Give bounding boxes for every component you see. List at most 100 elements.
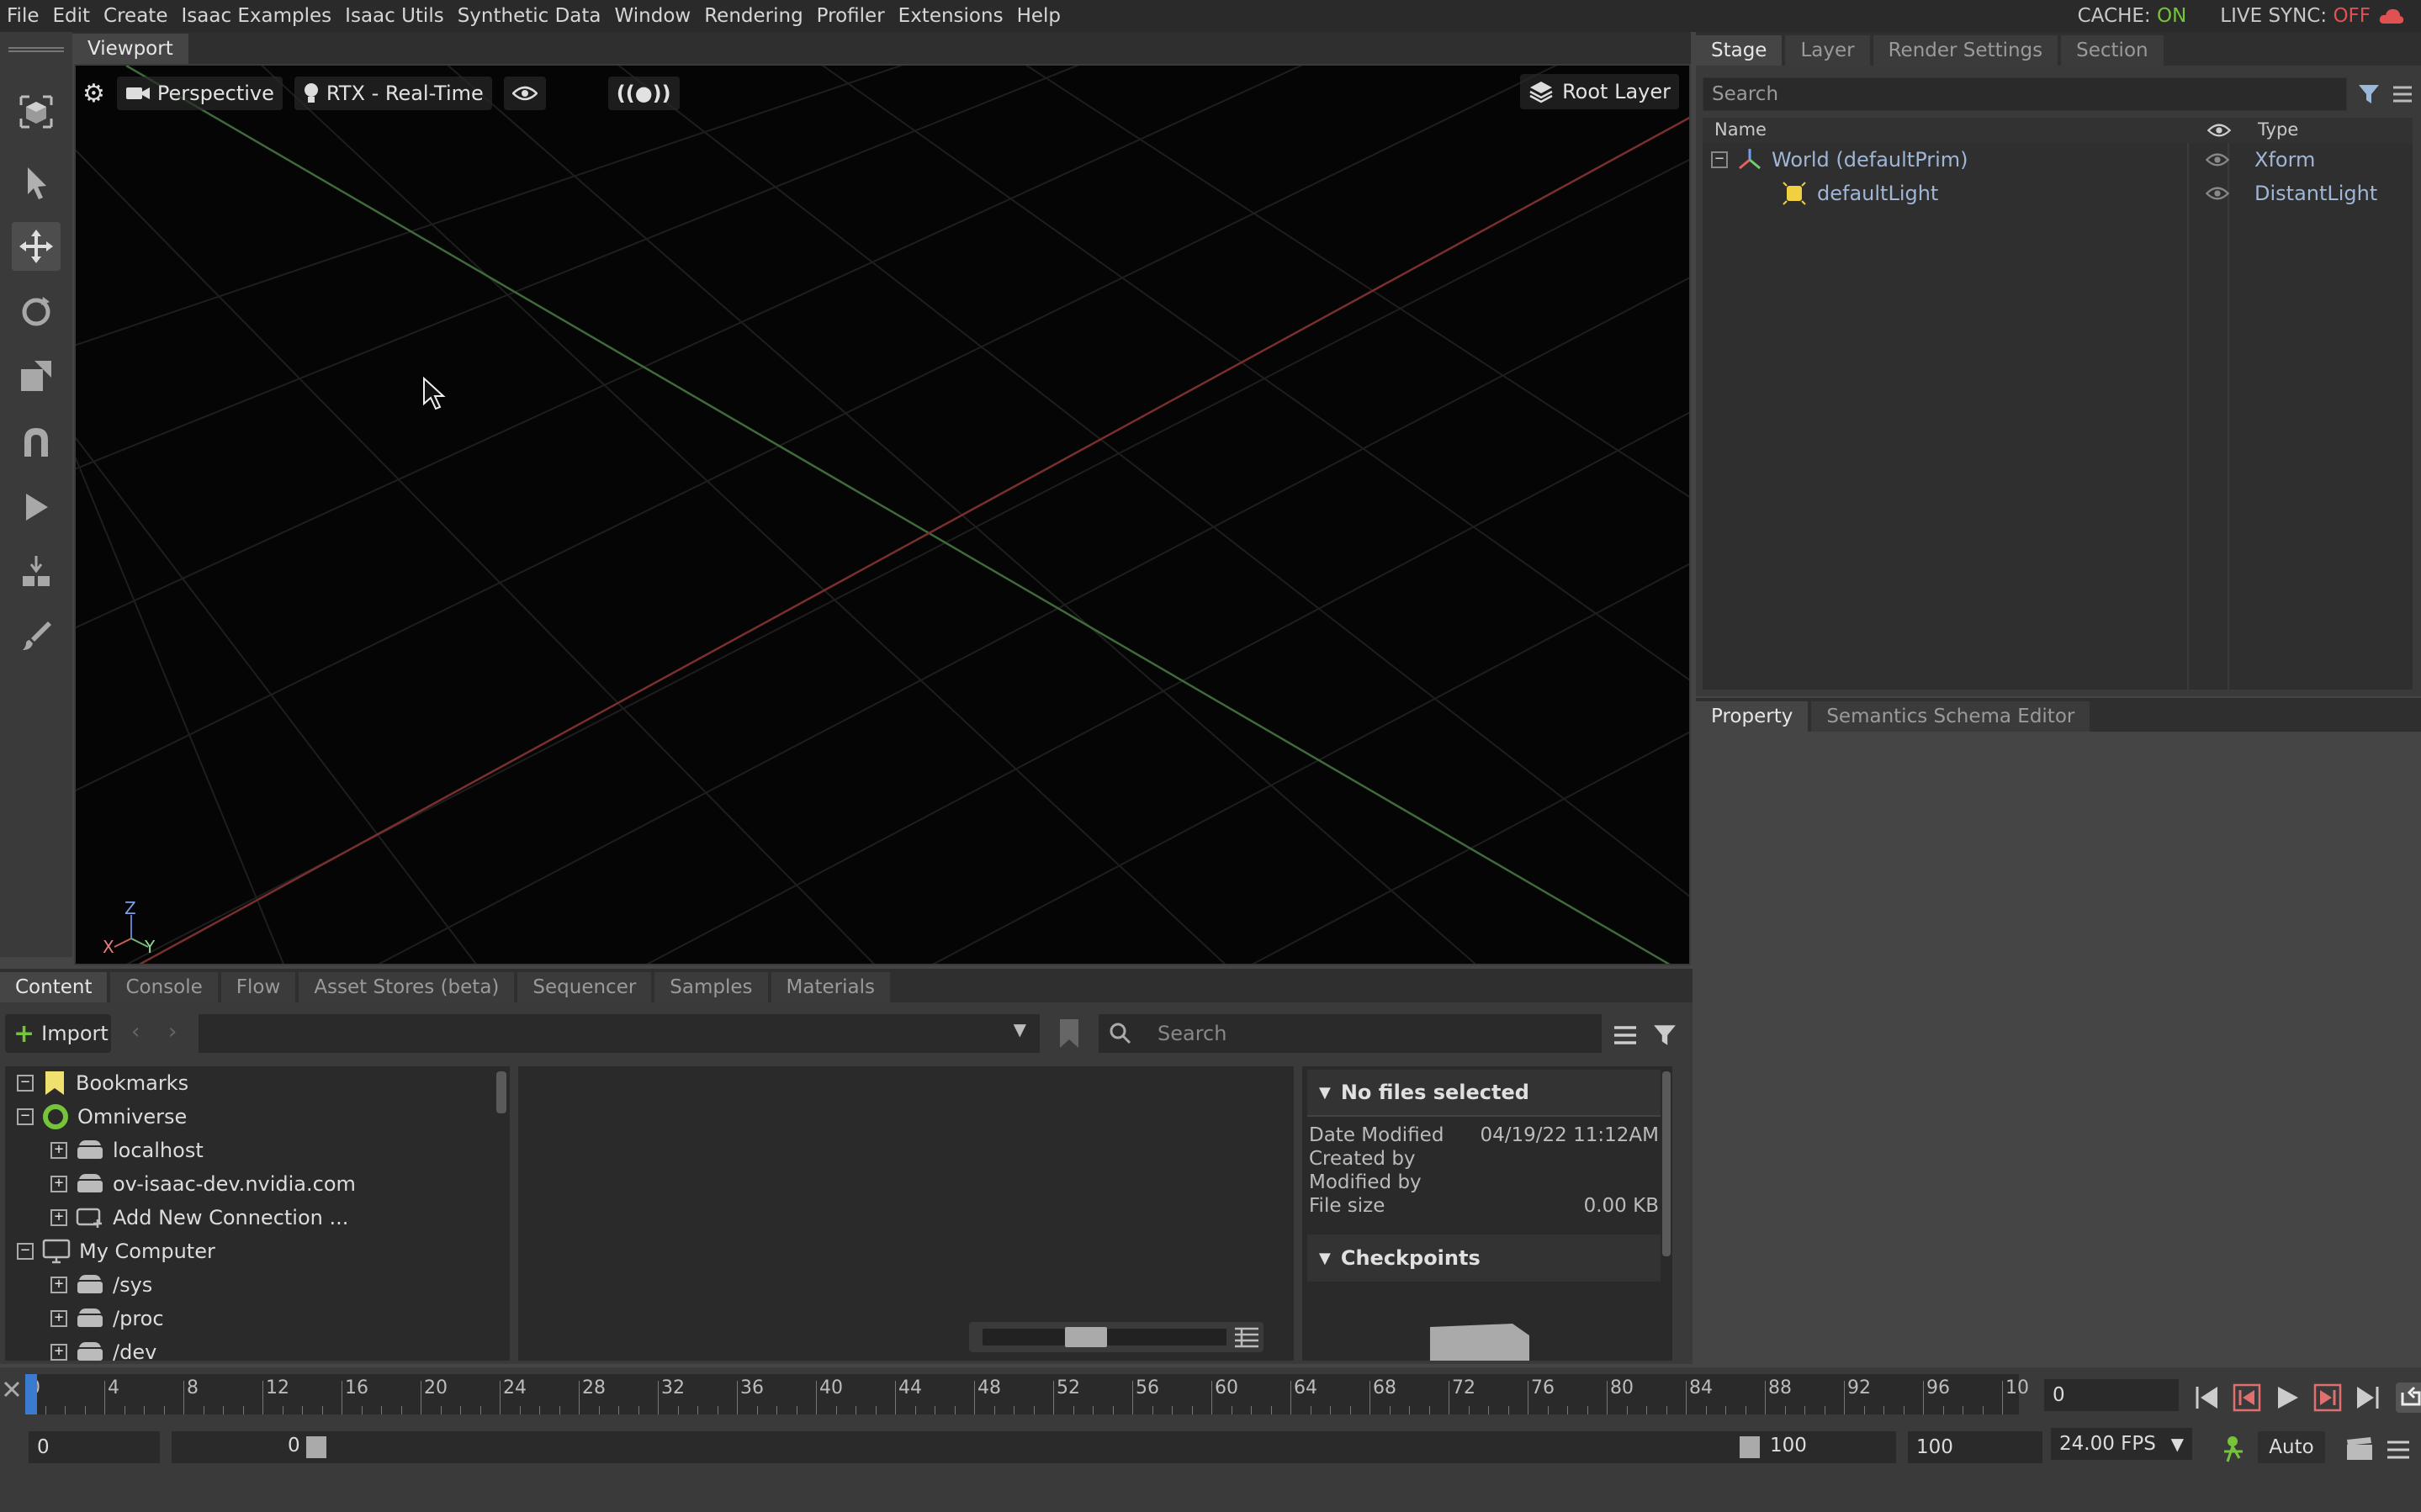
- loop-icon[interactable]: [2394, 1381, 2421, 1414]
- auto-key-icon[interactable]: [2221, 1433, 2251, 1463]
- tree-item-dev[interactable]: + /dev: [50, 1335, 156, 1361]
- tab-section[interactable]: Section: [2061, 35, 2164, 66]
- tab-console[interactable]: Console: [110, 972, 218, 1002]
- thumbnail-size-slider[interactable]: [969, 1322, 1263, 1352]
- play-icon[interactable]: [2273, 1383, 2302, 1412]
- paint-tool-button[interactable]: [12, 612, 61, 661]
- close-timeline-icon[interactable]: [2, 1379, 22, 1399]
- import-button[interactable]: + Import: [5, 1014, 111, 1053]
- range-start-handle[interactable]: [306, 1436, 326, 1458]
- visibility-dropdown[interactable]: [503, 77, 546, 110]
- path-dropdown-icon[interactable]: ▼: [1014, 1019, 1026, 1039]
- playhead[interactable]: [25, 1374, 37, 1414]
- bookmark-icon[interactable]: [1057, 1018, 1082, 1049]
- menu-window[interactable]: Window: [608, 5, 698, 27]
- step-back-icon[interactable]: [2233, 1383, 2261, 1412]
- cache-status[interactable]: CACHE: ON: [2078, 5, 2187, 27]
- file-list-area[interactable]: [518, 1066, 1294, 1361]
- viewport-canvas[interactable]: ⚙ Perspective RTX - Real-Time ((●)) Root…: [74, 64, 1691, 965]
- tab-content[interactable]: Content: [0, 972, 108, 1002]
- tree-item-sys[interactable]: + /sys: [50, 1268, 152, 1302]
- start-frame-field[interactable]: 0: [29, 1431, 160, 1463]
- play-button[interactable]: [12, 483, 61, 531]
- tab-flow[interactable]: Flow: [220, 972, 296, 1002]
- camera-dropdown[interactable]: Perspective: [116, 77, 283, 110]
- menu-isaac-utils[interactable]: Isaac Utils: [338, 5, 451, 27]
- root-layer-button[interactable]: Root Layer: [1520, 74, 1679, 109]
- tree-item-bookmarks[interactable]: − Bookmarks: [17, 1066, 188, 1100]
- tree-item-server[interactable]: + ov-isaac-dev.nvidia.com: [50, 1167, 356, 1201]
- forward-arrow-icon[interactable]: ›: [168, 1019, 177, 1044]
- expand-icon[interactable]: +: [50, 1277, 67, 1293]
- details-scrollbar[interactable]: [1662, 1071, 1671, 1256]
- tab-asset-stores[interactable]: Asset Stores (beta): [299, 972, 515, 1002]
- menu-profiler[interactable]: Profiler: [810, 5, 892, 27]
- back-arrow-icon[interactable]: ‹: [131, 1019, 140, 1044]
- column-name-header[interactable]: Name: [1714, 119, 1767, 140]
- slider-handle[interactable]: [1065, 1327, 1107, 1347]
- details-header[interactable]: ▼ No files selected: [1307, 1070, 1661, 1117]
- timeline-menu-icon[interactable]: [2386, 1438, 2411, 1462]
- collapse-icon[interactable]: −: [17, 1075, 34, 1092]
- skip-end-icon[interactable]: [2354, 1383, 2382, 1412]
- stage-row-world[interactable]: − World (defaultPrim) Xform: [1703, 143, 2413, 177]
- checkpoints-header[interactable]: ▼ Checkpoints: [1307, 1234, 1661, 1282]
- toolbar-grip[interactable]: [8, 47, 64, 52]
- snap-tool-button[interactable]: [12, 417, 61, 466]
- tab-materials[interactable]: Materials: [771, 972, 890, 1002]
- tree-item-localhost[interactable]: + localhost: [50, 1134, 204, 1167]
- tab-semantics-schema-editor[interactable]: Semantics Schema Editor: [1811, 701, 2090, 732]
- collapse-icon[interactable]: −: [17, 1108, 34, 1125]
- skip-start-icon[interactable]: [2192, 1383, 2221, 1412]
- expand-icon[interactable]: +: [50, 1344, 67, 1361]
- tab-sequencer[interactable]: Sequencer: [517, 972, 652, 1002]
- tree-item-omniverse[interactable]: − Omniverse: [17, 1100, 187, 1134]
- expand-icon[interactable]: +: [50, 1142, 67, 1159]
- range-slider[interactable]: 0 100: [172, 1431, 1896, 1463]
- timeline-ruler[interactable]: 0481216202428323640444852566064687276808…: [25, 1374, 2029, 1414]
- scale-tool-button[interactable]: [12, 352, 61, 400]
- tab-viewport[interactable]: Viewport: [72, 34, 188, 64]
- menu-synthetic-data[interactable]: Synthetic Data: [451, 5, 608, 27]
- move-tool-button[interactable]: [12, 222, 61, 271]
- grid-view-icon[interactable]: [1233, 1326, 1260, 1348]
- select-tool-button[interactable]: [12, 158, 61, 207]
- column-type-header[interactable]: Type: [2258, 119, 2298, 140]
- viewport-settings-icon[interactable]: ⚙: [82, 79, 105, 108]
- tab-stage[interactable]: Stage: [1696, 35, 1783, 66]
- menu-isaac-examples[interactable]: Isaac Examples: [174, 5, 338, 27]
- filter-icon[interactable]: [1652, 1023, 1677, 1048]
- stage-search-input[interactable]: Search: [1703, 77, 2347, 111]
- tab-property[interactable]: Property: [1696, 701, 1809, 732]
- end-frame-field[interactable]: 100: [1908, 1431, 2042, 1463]
- filter-icon[interactable]: [2357, 82, 2381, 106]
- menu-create[interactable]: Create: [97, 5, 174, 27]
- menu-extensions[interactable]: Extensions: [892, 5, 1010, 27]
- tab-layer[interactable]: Layer: [1785, 35, 1870, 66]
- tree-item-proc[interactable]: + /proc: [50, 1302, 164, 1335]
- tab-samples[interactable]: Samples: [654, 972, 768, 1002]
- renderer-dropdown[interactable]: RTX - Real-Time: [294, 77, 492, 110]
- tree-item-my-computer[interactable]: − My Computer: [17, 1234, 215, 1268]
- expand-icon[interactable]: +: [50, 1209, 67, 1226]
- clapperboard-icon[interactable]: [2345, 1436, 2374, 1462]
- stage-row-defaultlight[interactable]: defaultLight DistantLight: [1703, 177, 2413, 210]
- collapse-icon[interactable]: −: [1711, 151, 1728, 168]
- menu-edit[interactable]: Edit: [46, 5, 98, 27]
- select-mode-button[interactable]: [12, 87, 61, 136]
- menu-help[interactable]: Help: [1010, 5, 1067, 27]
- expand-icon[interactable]: +: [50, 1310, 67, 1327]
- expand-icon[interactable]: +: [50, 1176, 67, 1192]
- current-frame-field[interactable]: 0: [2044, 1379, 2179, 1411]
- options-menu-icon[interactable]: [2391, 82, 2414, 106]
- physics-drop-button[interactable]: [12, 548, 61, 597]
- content-search-input[interactable]: Search: [1099, 1014, 1602, 1053]
- auto-button[interactable]: Auto: [2258, 1431, 2325, 1463]
- visibility-toggle-icon[interactable]: [2206, 151, 2229, 168]
- live-sync-status[interactable]: LIVE SYNC: OFF: [2220, 5, 2371, 27]
- rotate-tool-button[interactable]: [12, 288, 61, 336]
- visibility-toggle-icon[interactable]: [2206, 185, 2229, 202]
- path-field[interactable]: ▼: [199, 1014, 1040, 1053]
- tab-render-settings[interactable]: Render Settings: [1873, 35, 2058, 66]
- range-end-handle[interactable]: [1740, 1436, 1760, 1458]
